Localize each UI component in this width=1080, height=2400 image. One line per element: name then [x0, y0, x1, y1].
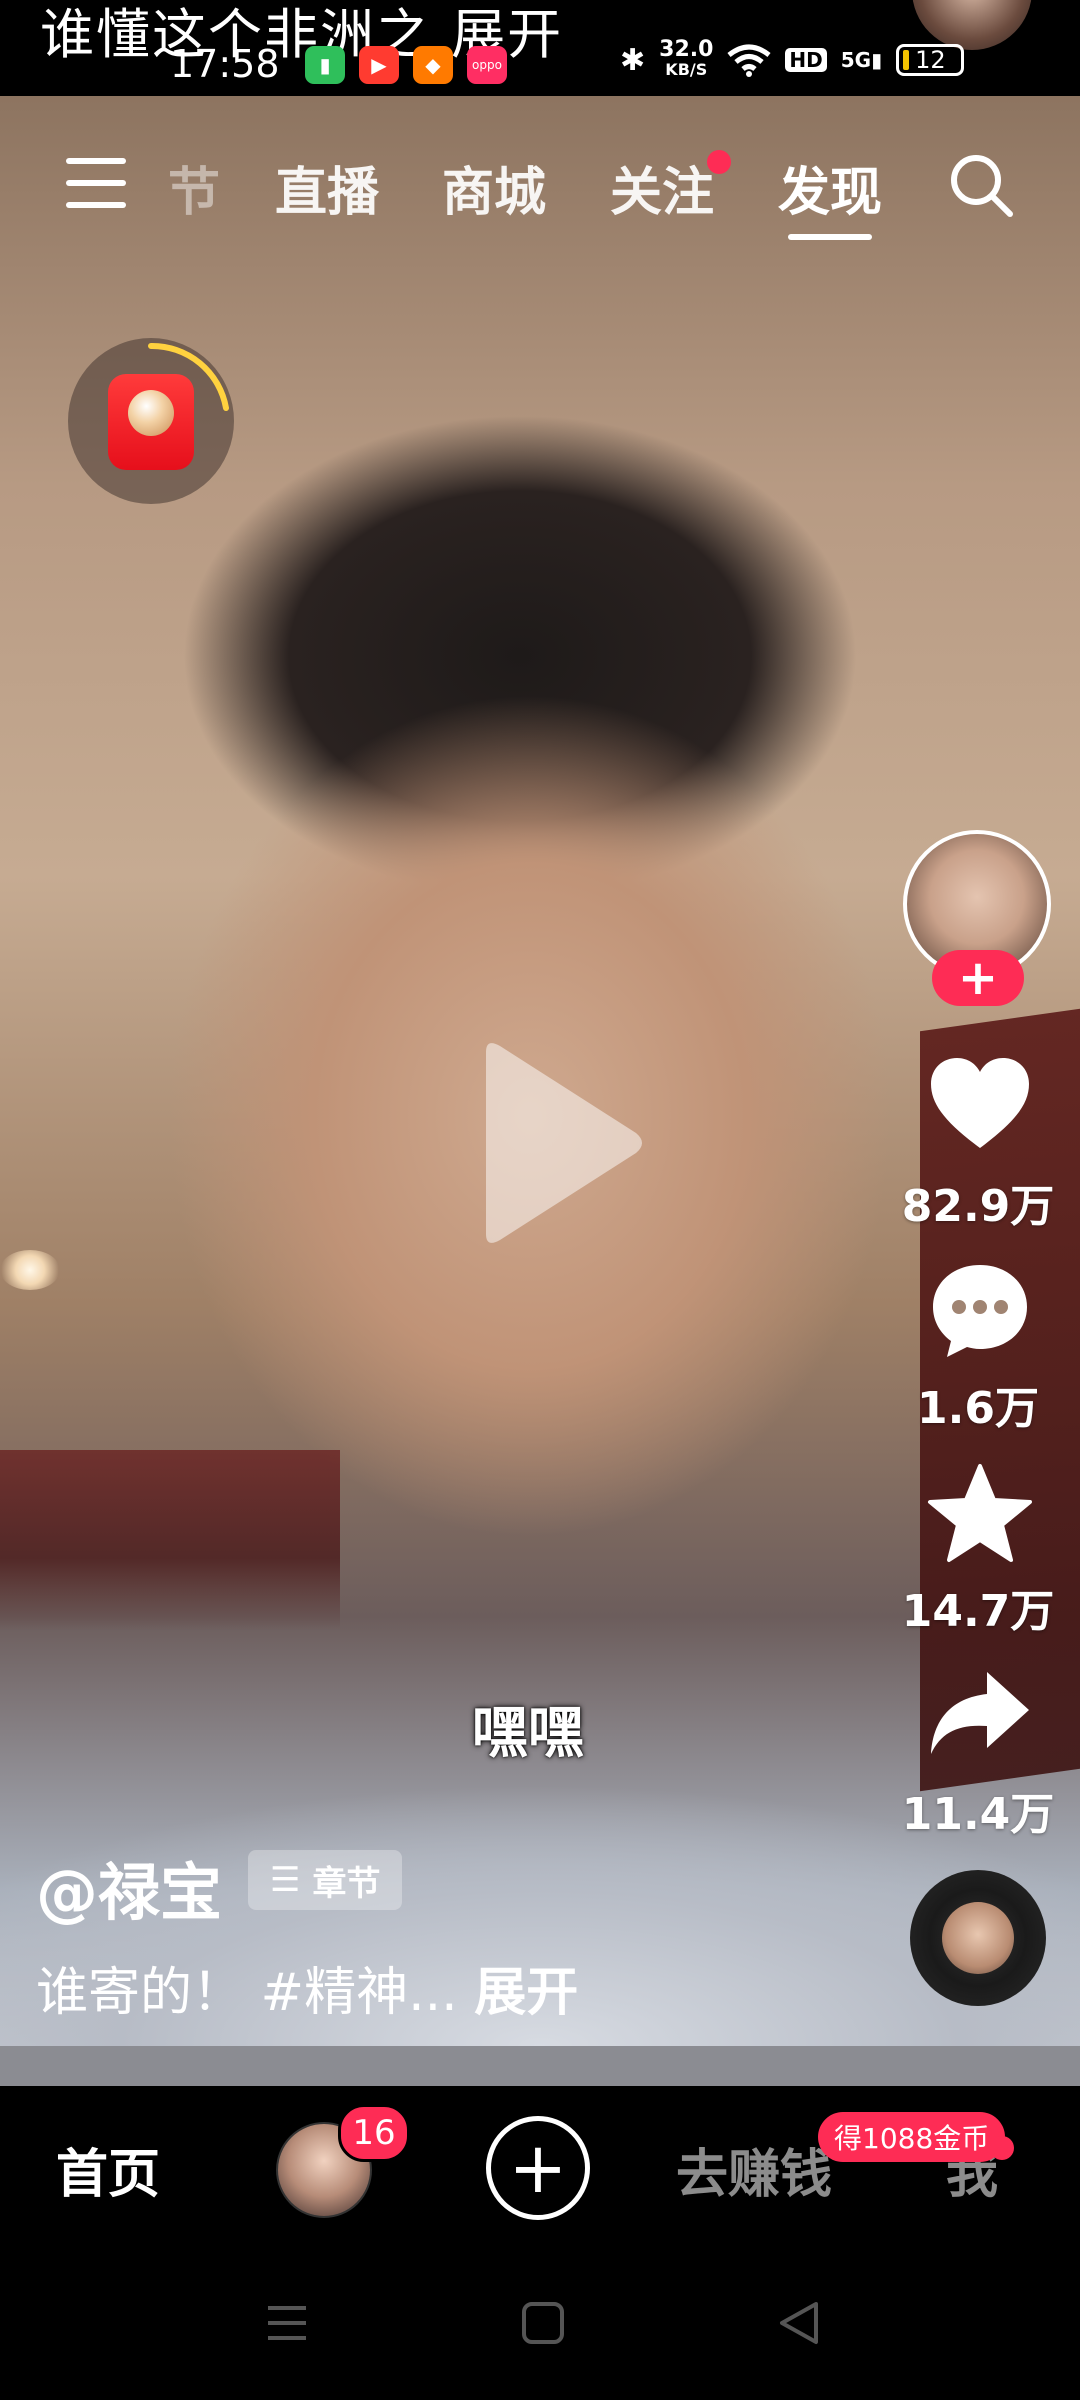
- tab-live[interactable]: 直播: [275, 150, 379, 225]
- tab-discover[interactable]: 发现: [778, 150, 882, 225]
- share-icon[interactable]: [925, 1660, 1035, 1770]
- system-navigation-bar: [0, 2256, 1080, 2400]
- chapter-button[interactable]: ☰ 章节: [248, 1850, 403, 1910]
- top-navigation: 节 直播 商城 关注 发现: [0, 140, 1080, 250]
- create-button[interactable]: +: [486, 2116, 590, 2220]
- expand-link[interactable]: 展开: [474, 1963, 578, 2023]
- active-tab-indicator: [788, 234, 872, 240]
- music-disc[interactable]: [910, 1870, 1046, 2006]
- status-time: 17:58: [170, 42, 280, 86]
- video-subtitle: 嘿嘿: [472, 1701, 584, 1766]
- coin-reward-badge: 得1088金币: [818, 2112, 1006, 2162]
- gold-coin-icon: [128, 390, 174, 436]
- video-description[interactable]: 谁寄的！ #精神... 展开: [36, 1950, 578, 2025]
- play-icon[interactable]: [468, 1038, 648, 1248]
- comment-count: 1.6万: [917, 1383, 1039, 1434]
- recent-apps-icon[interactable]: [264, 2300, 310, 2346]
- me-notification-dot: [990, 2136, 1014, 2160]
- video-progress-strip[interactable]: [0, 2046, 1080, 2086]
- tab-following[interactable]: 关注: [610, 150, 714, 225]
- status-app-icons: ▮ ▶ ◆ oppo: [305, 46, 507, 84]
- comment-icon[interactable]: [925, 1255, 1035, 1365]
- red-packet-timer-widget[interactable]: [68, 338, 234, 504]
- following-notification-dot: [707, 150, 731, 174]
- description-text: 谁寄的！ #精神...: [36, 1963, 475, 2023]
- menu-icon[interactable]: [66, 158, 126, 212]
- friends-badge: 16: [338, 2104, 410, 2162]
- share-count: 11.4万: [901, 1789, 1055, 1840]
- tab-festival[interactable]: 节: [168, 150, 220, 225]
- bluetooth-icon: ✱: [620, 42, 646, 78]
- search-icon[interactable]: [948, 152, 1014, 218]
- hd-icon: HD: [785, 48, 827, 72]
- battery-icon: 12: [896, 44, 965, 76]
- battery-app-icon: ▮: [305, 46, 345, 84]
- tab-home[interactable]: 首页: [56, 2132, 160, 2207]
- chapter-label: 章节: [312, 1863, 381, 1904]
- back-icon[interactable]: [776, 2300, 822, 2346]
- bottom-tab-bar: 首页 16 + 去赚钱 我 得1088金币: [0, 2086, 1080, 2256]
- follow-plus-icon[interactable]: +: [932, 950, 1024, 1006]
- home-icon[interactable]: [520, 2300, 566, 2346]
- oppo-app-icon: oppo: [467, 46, 507, 84]
- favorite-count: 14.7万: [901, 1586, 1055, 1637]
- network-speed: 32.0 KB/S: [659, 37, 714, 80]
- star-icon[interactable]: [925, 1460, 1035, 1570]
- background-shelf: [0, 1450, 340, 1630]
- tab-earn[interactable]: 去赚钱: [676, 2132, 832, 2207]
- author-name[interactable]: @禄宝: [36, 1842, 222, 1932]
- chapter-list-icon: ☰: [270, 1860, 301, 1900]
- signal-icon: 5G▮: [840, 48, 883, 72]
- video-app-icon: ▶: [359, 46, 399, 84]
- tab-mall[interactable]: 商城: [442, 150, 546, 225]
- heart-icon[interactable]: [925, 1050, 1035, 1160]
- photo-app-icon: ◆: [413, 46, 453, 84]
- background-lamp: [0, 1250, 60, 1290]
- like-count: 82.9万: [901, 1181, 1055, 1232]
- status-indicators: ✱ 32.0 KB/S HD 5G▮ 12: [620, 37, 965, 80]
- wifi-icon: [727, 44, 771, 77]
